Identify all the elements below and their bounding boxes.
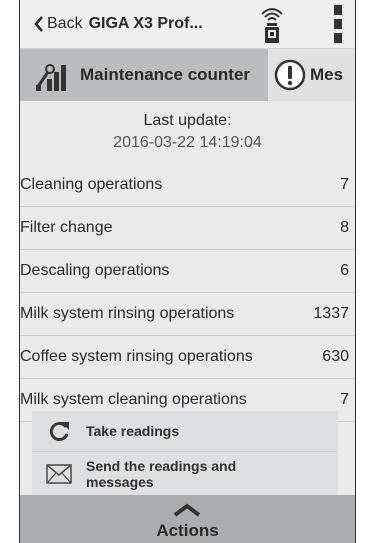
last-update-label: Last update: [143,112,232,129]
counter-row-filter: Filter change 8 [20,207,355,250]
tab-maintenance-counter[interactable]: Maintenance counter [20,49,268,101]
counter-value: 1337 [313,305,349,322]
actions-menu: Take readings Send the readings and mess… [32,411,338,495]
last-update: Last update: 2016-03-22 14:19:04 [20,112,355,152]
counter-row-descaling: Descaling operations 6 [20,250,355,293]
tools-chart-icon [35,64,66,91]
chevron-left-icon [34,16,43,32]
counter-value: 8 [340,219,349,236]
counter-value: 7 [340,176,349,193]
top-bar: Back GIGA X3 Prof... [20,0,355,49]
device-title: GIGA X3 Prof... [88,15,203,32]
more-menu-icon[interactable] [334,5,342,43]
actions-toggle-button[interactable]: Actions [20,495,355,543]
counter-value: 7 [340,391,349,408]
counter-row-cleaning: Cleaning operations 7 [20,164,355,207]
send-readings-label: Send the readings and messages [86,457,237,490]
chevron-up-icon [173,503,201,517]
envelope-icon [46,463,72,484]
app-screen: Back GIGA X3 Prof... Maintenance counter… [20,0,355,543]
exclamation-icon [274,59,306,91]
counter-row-milk-rinsing: Milk system rinsing operations 1337 [20,293,355,336]
counter-label: Milk system rinsing operations [20,305,235,322]
last-update-timestamp: 2016-03-22 14:19:04 [113,134,262,151]
counter-label: Descaling operations [20,262,170,279]
counter-label: Coffee system rinsing operations [20,348,253,365]
counter-row-coffee-rinsing: Coffee system rinsing operations 630 [20,336,355,379]
counter-label: Milk system cleaning operations [20,391,247,408]
refresh-icon [49,422,69,441]
counter-label: Filter change [20,219,113,236]
take-readings-button[interactable]: Take readings [32,411,338,452]
counter-value: 6 [340,262,349,279]
counter-label: Cleaning operations [20,176,163,193]
tab-messages[interactable]: Mes [268,49,355,101]
send-readings-button[interactable]: Send the readings and messages [32,452,338,495]
take-readings-label: Take readings [86,423,180,439]
back-label: Back [47,15,83,32]
frame-right-border [355,0,356,543]
tab-messages-label: Mes [310,65,344,84]
wifi-device-icon[interactable] [258,5,286,45]
back-button[interactable]: Back GIGA X3 Prof... [34,13,203,35]
counter-list: Cleaning operations 7 Filter change 8 De… [20,164,355,422]
actions-label: Actions [156,521,219,540]
tab-bar: Maintenance counter Mes [20,49,355,101]
counter-value: 630 [322,348,349,365]
tab-maintenance-label: Maintenance counter [80,65,251,84]
